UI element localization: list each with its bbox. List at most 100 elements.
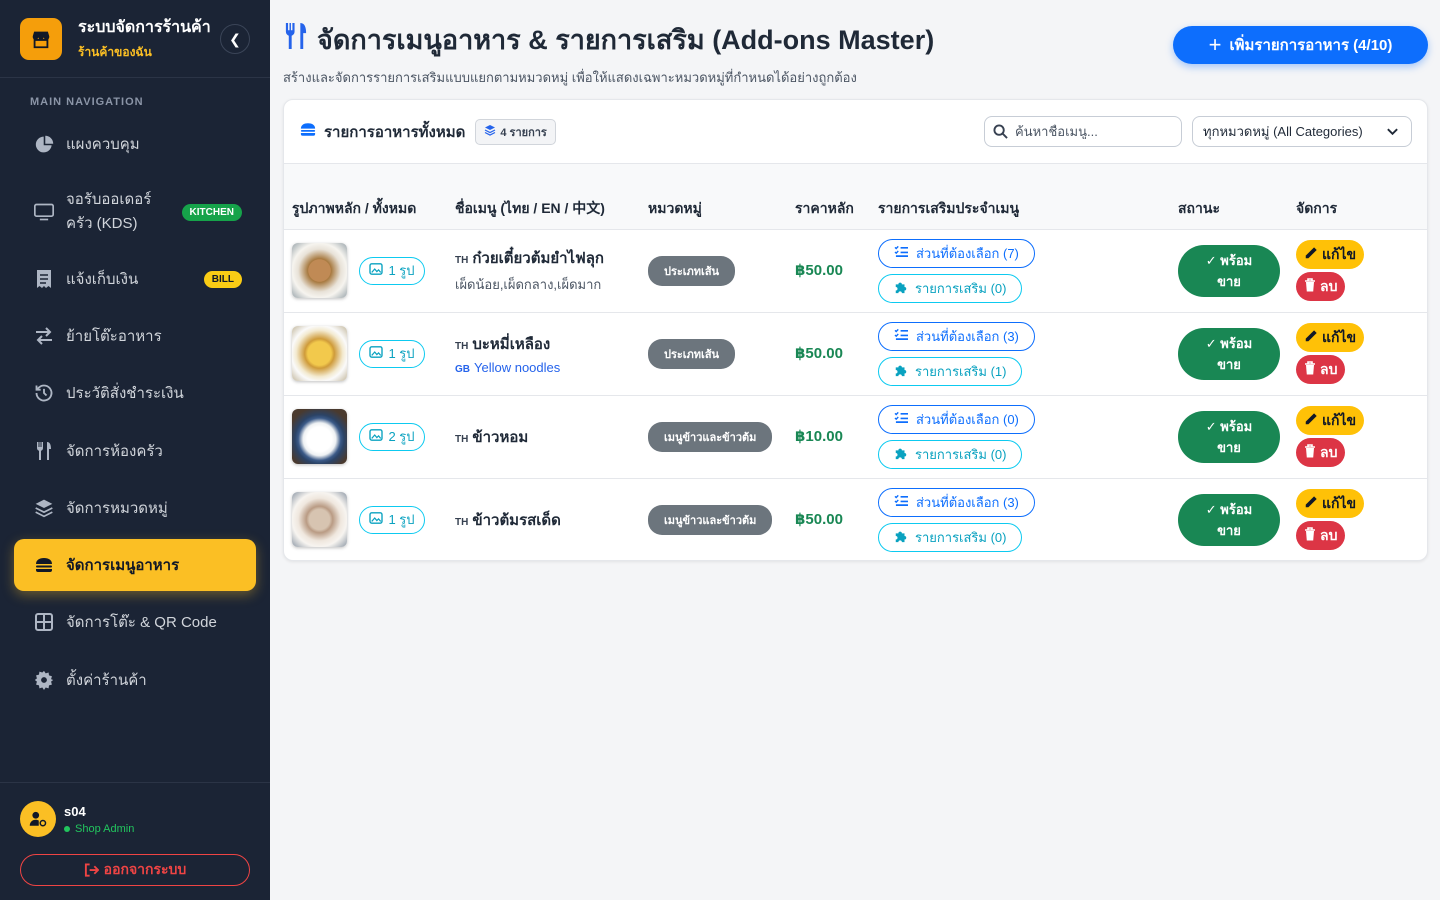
menu-name-en: GB Yellow noodles	[455, 360, 632, 375]
add-menu-item-button[interactable]: + เพิ่มรายการอาหาร (4/10)	[1173, 26, 1428, 64]
required-options-button[interactable]: ส่วนที่ต้องเลือก (3)	[878, 321, 1035, 351]
list-check-icon	[894, 411, 909, 427]
image-count-button[interactable]: 1 รูป	[359, 505, 425, 534]
menu-name-text: ก๋วยเตี๋ยวต้มยำไฟลุก	[472, 250, 604, 267]
menu-thumbnail[interactable]	[292, 243, 347, 298]
edit-button[interactable]: แก้ไข	[1296, 489, 1365, 519]
addons-button[interactable]: รายการเสริม (1)	[878, 356, 1023, 386]
required-options-button[interactable]: ส่วนที่ต้องเลือก (3)	[878, 487, 1035, 517]
required-options-button[interactable]: ส่วนที่ต้องเลือก (0)	[878, 404, 1035, 434]
delete-button[interactable]: ลบ	[1296, 272, 1346, 301]
collapse-sidebar-button[interactable]: ❮	[220, 24, 250, 54]
menu-thumbnail[interactable]	[292, 492, 347, 548]
sidebar-item-payment-history[interactable]: ประวัติสั่งชำระเงิน	[14, 367, 256, 419]
status-badge[interactable]: ✓ พร้อม ขาย	[1178, 244, 1280, 297]
layers-icon	[34, 498, 54, 518]
sidebar-item-label: แผงควบคุม	[66, 136, 140, 153]
status-line-1: ✓ พร้อม	[1206, 416, 1252, 437]
brand-subtitle: ร้านค้าของฉัน	[78, 45, 152, 59]
table-row: 1 รูป TH ข้าวต้มรสเด็ด เมนูข้าวและข้าวต้ม…	[284, 478, 1427, 560]
sidebar-item-categories[interactable]: จัดการหมวดหมู่	[14, 482, 256, 534]
sidebar-item-label: แจ้งเก็บเงิน	[66, 271, 139, 288]
addons-label: รายการเสริม (0)	[915, 280, 1007, 296]
category-filter-select[interactable]: ทุกหมวดหมู่ (All Categories)	[1192, 116, 1412, 147]
list-check-icon	[894, 245, 909, 261]
main-content: จัดการเมนูอาหาร & รายการเสริม (Add-ons M…	[270, 0, 1440, 900]
sidebar-item-billing[interactable]: แจ้งเก็บเงิน BILL	[14, 253, 256, 305]
menu-name-text: บะหมี่เหลือง	[472, 336, 551, 353]
history-icon	[34, 383, 54, 403]
sidebar-item-dashboard[interactable]: แผงควบคุม	[14, 118, 256, 170]
menu-price: ฿50.00	[795, 511, 843, 529]
monitor-icon	[34, 202, 54, 222]
sidebar-item-move-table[interactable]: ย้ายโต๊ะอาหาร	[14, 310, 256, 362]
trash-icon	[1304, 361, 1316, 378]
lang-tag: TH	[455, 433, 469, 445]
menu-name: TH ข้าวหอม	[455, 425, 632, 449]
menu-thumbnail[interactable]	[292, 409, 347, 464]
status-line-2: ขาย	[1217, 356, 1241, 372]
search-input[interactable]	[1015, 124, 1175, 139]
addons-button[interactable]: รายการเสริม (0)	[878, 273, 1023, 303]
item-count-badge: 4 รายการ	[475, 118, 556, 145]
receipt-icon	[34, 269, 54, 289]
sidebar-item-kitchen[interactable]: จัดการห้องครัว	[14, 425, 256, 477]
list-check-icon	[894, 328, 909, 344]
brand: ระบบจัดการร้านค้า ร้านค้าของฉัน ❮	[0, 0, 270, 78]
menu-name: TH ก๋วยเตี๋ยวต้มยำไฟลุก	[455, 246, 632, 270]
col-category: หมวดหมู่	[640, 164, 787, 230]
image-count-button[interactable]: 1 รูป	[359, 339, 425, 368]
addons-button[interactable]: รายการเสริม (0)	[878, 439, 1023, 469]
trash-icon	[1304, 527, 1316, 544]
logout-button[interactable]: ออกจากระบบ	[20, 854, 250, 886]
required-options-button[interactable]: ส่วนที่ต้องเลือก (7)	[878, 238, 1035, 268]
search-icon	[985, 124, 1015, 139]
status-badge[interactable]: ✓ พร้อมขาย	[1178, 410, 1280, 463]
edit-button[interactable]: แก้ไข	[1296, 323, 1365, 352]
chart-pie-icon	[34, 134, 54, 154]
delete-button[interactable]: ลบ	[1296, 355, 1346, 384]
bill-badge: BILL	[203, 270, 242, 288]
image-count-button[interactable]: 1 รูป	[359, 256, 425, 285]
status-text: พร้อม	[1220, 501, 1253, 517]
menu-options-text: เผ็ดน้อย,เผ็ดกลาง,เผ็ดมาก	[455, 277, 602, 292]
sidebar-item-menu[interactable]: จัดการเมนูอาหาร	[14, 539, 256, 591]
category-badge: ประเภทเส้น	[648, 338, 736, 369]
status-line-2: ขาย	[1217, 439, 1241, 455]
user-gear-icon	[20, 801, 56, 837]
sidebar-item-tables-qr[interactable]: จัดการโต๊ะ & QR Code	[14, 596, 256, 648]
page-subtitle: สร้างและจัดการรายการเสริมแบบแยกตามหมวดหม…	[283, 70, 857, 85]
sidebar-item-label: ตั้งค่าร้านค้า	[66, 672, 147, 689]
item-count-label: 4 รายการ	[500, 126, 547, 139]
menu-price: ฿50.00	[795, 345, 843, 362]
utensils-icon	[34, 441, 54, 461]
pencil-icon	[1304, 495, 1318, 512]
image-count-label: 1 รูป	[388, 263, 415, 278]
page-title: จัดการเมนูอาหาร & รายการเสริม (Add-ons M…	[283, 18, 934, 61]
menu-thumbnail[interactable]	[292, 326, 347, 381]
delete-button[interactable]: ลบ	[1296, 438, 1346, 467]
sidebar-item-settings[interactable]: ตั้งค่าร้านค้า	[14, 654, 256, 706]
edit-button[interactable]: แก้ไข	[1296, 406, 1365, 435]
gear-icon	[34, 670, 54, 690]
status-badge[interactable]: ✓ พร้อม ขาย	[1178, 327, 1280, 380]
image-count-button[interactable]: 2 รูป	[359, 422, 425, 451]
delete-button[interactable]: ลบ	[1296, 521, 1346, 551]
required-options-label: ส่วนที่ต้องเลือก (7)	[916, 245, 1019, 261]
status-badge[interactable]: ✓ พร้อม ขาย	[1178, 493, 1280, 546]
logout-icon	[84, 863, 99, 877]
addons-label: รายการเสริม (0)	[915, 446, 1007, 462]
trash-icon	[1304, 444, 1316, 461]
burger-icon	[34, 555, 54, 575]
edit-label: แก้ไข	[1322, 245, 1357, 262]
image-count-label: 1 รูป	[388, 346, 415, 361]
sidebar-item-kds[interactable]: จอรับออเดอร์ครัว (KDS) KITCHEN	[14, 186, 256, 238]
images-icon	[369, 263, 384, 278]
edit-button[interactable]: แก้ไข	[1296, 240, 1365, 269]
layers-icon	[484, 124, 496, 139]
puzzle-icon	[894, 446, 908, 463]
addons-button[interactable]: รายการเสริม (0)	[878, 522, 1023, 552]
col-actions: จัดการ	[1288, 164, 1427, 230]
sidebar-item-label: ย้ายโต๊ะอาหาร	[66, 328, 162, 345]
col-price: ราคาหลัก	[787, 164, 870, 230]
